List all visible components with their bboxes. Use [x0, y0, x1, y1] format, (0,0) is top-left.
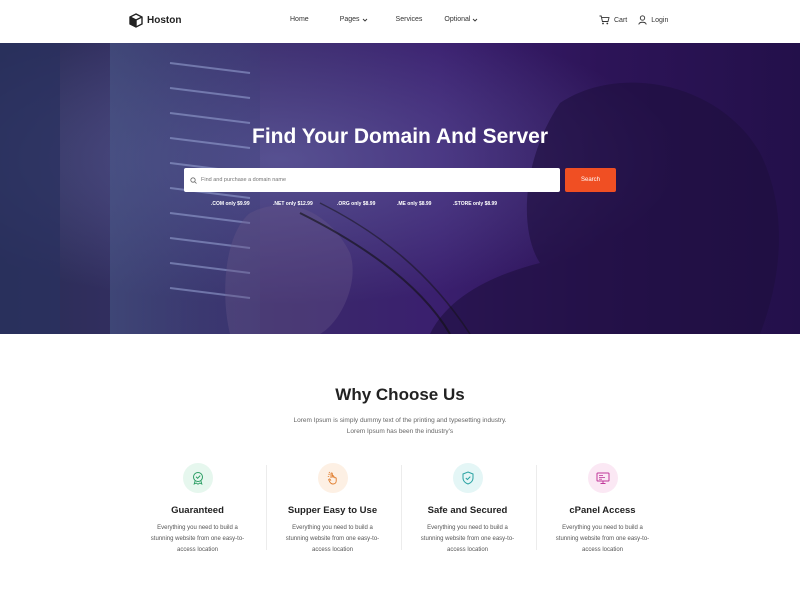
feature-description: Everything you need to build a stunning …	[420, 525, 515, 553]
login-link[interactable]: Login	[638, 15, 668, 25]
navbar: Hoston Home Pages Services Optional Cart	[0, 0, 800, 43]
price-net: .NET only $12.99	[273, 201, 313, 207]
domain-search-field[interactable]	[184, 168, 560, 192]
feature-icon-circle	[182, 463, 213, 493]
cart-link[interactable]: Cart	[599, 15, 627, 25]
badge-icon	[192, 472, 203, 485]
feature-title: Safe and Secured	[427, 505, 508, 516]
nav-pages-label: Pages	[339, 16, 360, 23]
hero-title: Find Your Domain And Server	[252, 125, 548, 148]
search-icon	[190, 176, 197, 184]
price-me: .ME only $8.99	[397, 201, 432, 207]
nav-optional-label: Optional	[444, 16, 471, 23]
brand-name: Hoston	[147, 15, 182, 26]
feature-safe-secured: Safe and Secured Everything you need to …	[400, 463, 535, 556]
feature-icon-circle	[317, 463, 348, 493]
feature-title: Guaranteed	[171, 505, 224, 516]
hero-section: Find Your Domain And Server Search .COM …	[0, 43, 800, 334]
shield-icon	[462, 471, 473, 485]
feature-cpanel-access: cPanel Access Everything you need to bui…	[535, 463, 670, 556]
feature-guaranteed: Guaranteed Everything you need to build …	[130, 463, 265, 556]
chevron-down-icon	[362, 18, 367, 22]
nav-home-label: Home	[290, 16, 309, 23]
cube-icon	[129, 13, 143, 28]
why-desc-line-2: Lorem Ipsum has been the industry's	[346, 428, 454, 435]
login-label: Login	[651, 16, 669, 24]
hand-click-icon	[327, 471, 337, 485]
search-button[interactable]: Search	[565, 168, 616, 192]
feature-description: Everything you need to build a stunning …	[285, 525, 380, 553]
feature-icon-circle	[587, 463, 618, 493]
feature-easy-to-use: Supper Easy to Use Everything you need t…	[265, 463, 400, 556]
feature-icon-circle	[452, 463, 483, 493]
why-choose-description: Lorem Ipsum is simply dummy text of the …	[250, 415, 550, 437]
nav-actions: Cart Login	[599, 15, 668, 25]
user-icon	[638, 15, 647, 25]
feature-description: Everything you need to build a stunning …	[555, 525, 650, 553]
why-choose-title: Why Choose Us	[335, 385, 465, 404]
brand-logo[interactable]: Hoston	[129, 13, 181, 28]
feature-title: Supper Easy to Use	[287, 505, 378, 516]
why-desc-line-1: Lorem Ipsum is simply dummy text of the …	[293, 417, 507, 424]
nav-services-label: Services	[395, 16, 423, 23]
cart-icon	[599, 15, 610, 25]
nav-item-home[interactable]: Home	[290, 16, 309, 23]
nav-item-pages[interactable]: Pages	[340, 16, 368, 23]
chevron-down-icon	[473, 18, 478, 22]
price-org: .ORG only $8.99	[337, 201, 376, 207]
nav-item-optional[interactable]: Optional	[444, 16, 478, 23]
price-com: .COM only $9.99	[211, 201, 250, 207]
feature-title: cPanel Access	[569, 505, 636, 516]
monitor-icon	[596, 472, 609, 484]
domain-search-input[interactable]	[201, 177, 541, 183]
nav-item-services[interactable]: Services	[396, 16, 423, 23]
feature-description: Everything you need to build a stunning …	[150, 525, 245, 553]
cart-label: Cart	[614, 16, 628, 24]
main-nav: Home Pages Services Optional	[290, 16, 478, 23]
price-store: .STORE only $8.99	[453, 201, 498, 207]
